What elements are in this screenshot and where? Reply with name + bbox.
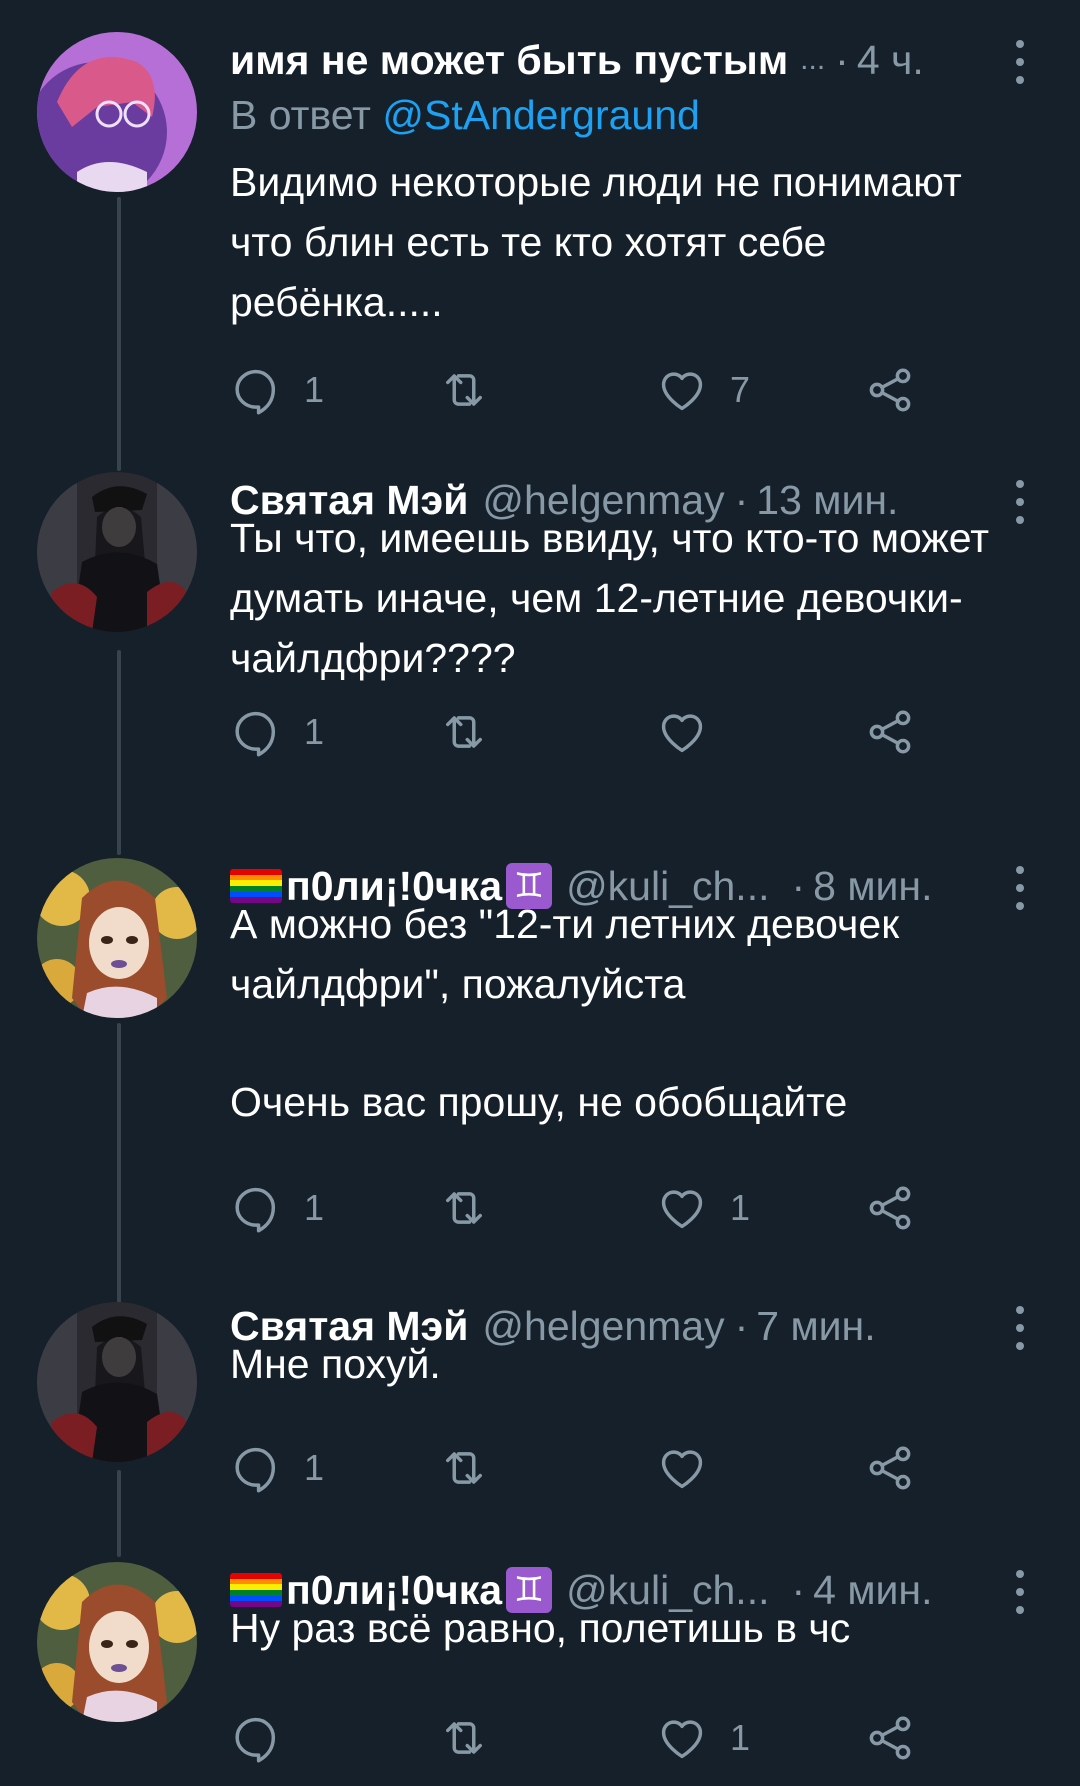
avatar[interactable]	[37, 1562, 197, 1722]
share-icon	[864, 1712, 916, 1764]
retweet-icon	[438, 706, 490, 758]
reply-button[interactable]: 1	[230, 704, 324, 760]
name-ellipsis: ...	[800, 43, 826, 76]
reply-count: 1	[304, 1187, 325, 1228]
tweet-text: А можно без "12-ти летних девочек чайлдф…	[230, 901, 900, 1007]
reply-icon	[230, 1442, 282, 1494]
reply-prefix: В ответ	[230, 92, 371, 138]
display-name[interactable]: имя не может быть пустым	[230, 37, 788, 84]
retweet-icon	[438, 1442, 490, 1494]
reply-button[interactable]: 1	[230, 1440, 324, 1496]
heart-icon	[656, 1442, 708, 1494]
retweet-icon	[438, 364, 490, 416]
share-icon	[864, 1182, 916, 1234]
like-count: 1	[730, 1187, 751, 1228]
thread-line	[117, 650, 121, 855]
avatar[interactable]	[37, 472, 197, 632]
reply-mention-link[interactable]: @StAndergraund	[382, 92, 699, 138]
like-button[interactable]: 1	[656, 1180, 750, 1236]
avatar[interactable]	[37, 1302, 197, 1462]
retweet-icon	[438, 1712, 490, 1764]
tweet-text: Мне похуй.	[230, 1341, 441, 1387]
like-button[interactable]: 1	[656, 1710, 750, 1766]
tweet-text: Ты что, имеешь ввиду, что кто-то может д…	[230, 515, 990, 681]
share-button[interactable]	[864, 1180, 916, 1236]
reply-button[interactable]	[230, 1710, 282, 1766]
reply-icon	[230, 706, 282, 758]
reply-icon	[230, 1182, 282, 1234]
share-button[interactable]	[864, 362, 916, 418]
share-button[interactable]	[864, 704, 916, 760]
heart-icon	[656, 706, 708, 758]
more-options-icon[interactable]	[1005, 40, 1035, 84]
avatar[interactable]	[37, 858, 197, 1018]
retweet-button[interactable]	[438, 1710, 490, 1766]
reply-count: 1	[304, 369, 325, 410]
retweet-button[interactable]	[438, 704, 490, 760]
reply-button[interactable]: 1	[230, 1180, 324, 1236]
tweet-actions: 1	[230, 704, 1030, 760]
like-count: 1	[730, 1717, 751, 1758]
retweet-button[interactable]	[438, 362, 490, 418]
reply-icon	[230, 1712, 282, 1764]
heart-icon	[656, 1712, 708, 1764]
tweet-actions: 1 1	[230, 1180, 1030, 1236]
thread-line	[117, 1470, 121, 1557]
share-icon	[864, 364, 916, 416]
share-icon	[864, 1442, 916, 1494]
heart-icon	[656, 1182, 708, 1234]
thread-line	[117, 1023, 121, 1303]
share-button[interactable]	[864, 1440, 916, 1496]
like-button[interactable]: 7	[656, 362, 750, 418]
retweet-icon	[438, 1182, 490, 1234]
like-count: 7	[730, 369, 751, 410]
share-button[interactable]	[864, 1710, 916, 1766]
share-icon	[864, 706, 916, 758]
reply-count: 1	[304, 711, 325, 752]
reply-button[interactable]: 1	[230, 362, 324, 418]
timestamp[interactable]: 4 ч.	[857, 37, 924, 84]
avatar[interactable]	[37, 32, 197, 192]
tweet-text-paragraph: Очень вас прошу, не обобщайте	[230, 1079, 848, 1125]
tweet-text: Ну раз всё равно, полетишь в чс	[230, 1605, 851, 1651]
retweet-button[interactable]	[438, 1180, 490, 1236]
tweet-actions: 1	[230, 1440, 1030, 1496]
tweet-actions: 1	[230, 1710, 1030, 1766]
tweet-actions: 1 7	[230, 362, 1030, 418]
heart-icon	[656, 364, 708, 416]
separator-dot: ·	[835, 36, 849, 83]
retweet-button[interactable]	[438, 1440, 490, 1496]
reply-count: 1	[304, 1447, 325, 1488]
like-button[interactable]	[656, 704, 708, 760]
reply-context: В ответ @StAndergraund	[230, 92, 700, 139]
tweet-text: Видимо некоторые люди не понимают что бл…	[230, 159, 962, 325]
reply-icon	[230, 364, 282, 416]
thread-line	[117, 197, 121, 471]
like-button[interactable]	[656, 1440, 708, 1496]
